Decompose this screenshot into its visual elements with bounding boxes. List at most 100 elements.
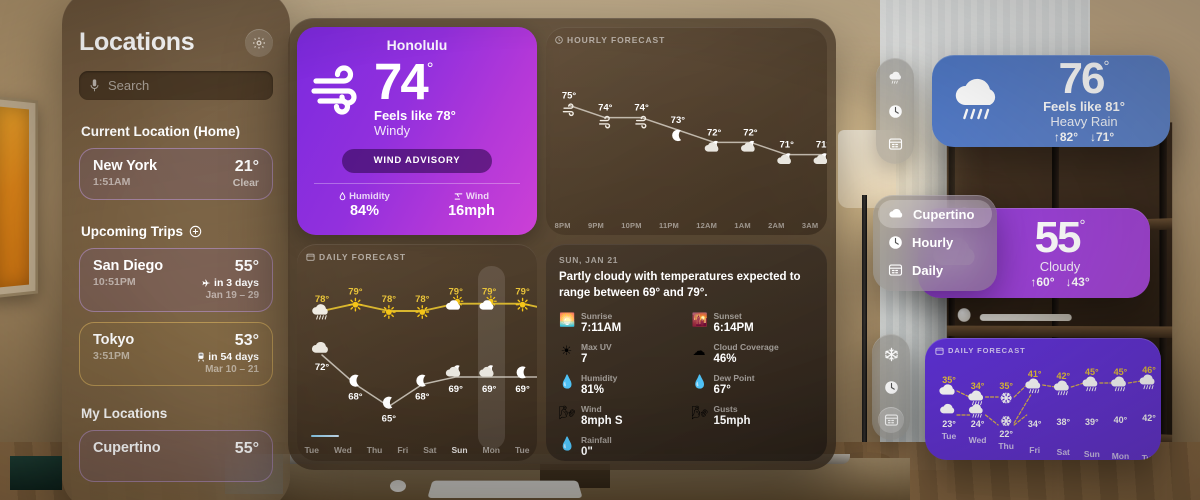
mini-low-label: 39°: [1085, 417, 1099, 427]
settings-button[interactable]: [245, 28, 273, 57]
location-context-menu: Cupertino Hourly Daily: [873, 195, 997, 291]
detail-key: Rainfall: [581, 435, 612, 446]
detail-item-sunrise: 🌅 Sunrise 7:11AM: [559, 311, 682, 334]
detail-value: 7: [581, 353, 588, 366]
mini-day-label[interactable]: Tue: [942, 431, 957, 441]
ornament-clock-icon[interactable]: [882, 98, 908, 124]
hero-feels-like: Feels like 78°: [374, 107, 456, 123]
location-trip-dates: Jan 19 – 29: [205, 290, 259, 301]
daily-forecast-panel[interactable]: DAILY FORECAST 78°79°78°78°79°79°79°78°7…: [297, 244, 537, 461]
location-card-new-york[interactable]: New York 1:51AM 21° Clear: [79, 148, 273, 200]
mini-low-label: 22°: [999, 429, 1013, 439]
card-condition: Heavy Rain: [1050, 114, 1118, 130]
current-weather-hero-card[interactable]: Honolulu 74 ° Feels like 78° Windy WIND …: [297, 27, 537, 235]
hero-city-name: Honolulu: [386, 37, 448, 53]
card-temperature: 55: [1034, 213, 1082, 263]
mini-high-label: 35°: [942, 375, 956, 385]
wind-icon: [310, 65, 368, 115]
daily-axis-labels: Tue Wed Thu Fri Sat Sun Mon Tue: [297, 445, 537, 455]
snowflake-icon: [1000, 392, 1012, 404]
microphone-icon: [90, 79, 99, 92]
daily-high-label: 79°: [515, 287, 530, 298]
sunset-icon: 🌇: [691, 312, 708, 328]
daily-day-label[interactable]: Sun: [451, 445, 467, 455]
menu-item-cupertino[interactable]: Cupertino: [878, 200, 992, 228]
cupertino-daily-forecast-card[interactable]: DAILY FORECAST 35° 34° 35° 41° 42° 45° 45° 46° 2…: [925, 338, 1161, 460]
detail-item-sunset: 🌇 Sunset 6:14PM: [692, 311, 815, 334]
raindrop-icon: 💧: [559, 436, 576, 452]
mini-day-label[interactable]: Fri: [1029, 445, 1040, 455]
cloud-rain-icon: [312, 304, 328, 320]
day-detail-panel[interactable]: SUN, JAN 21 Partly cloudy with temperatu…: [546, 244, 827, 461]
location-card-cupertino[interactable]: Cupertino 55°: [79, 430, 273, 482]
mini-low-label: 40°: [1114, 415, 1128, 425]
location-name: New York: [93, 158, 157, 174]
airplane-icon: [202, 279, 211, 288]
window-ornament-rail-bottom: [872, 334, 910, 440]
hourly-temp-label: 72°: [743, 127, 758, 138]
daily-day-label[interactable]: Fri: [397, 445, 408, 455]
mini-day-label[interactable]: Sun: [1084, 449, 1100, 459]
card-high-temp: ↑60°: [1030, 274, 1055, 289]
moon-cloud-icon: [777, 153, 791, 164]
menu-item-label: Daily: [912, 262, 944, 278]
mini-day-label[interactable]: Sat: [1057, 447, 1070, 457]
menu-item-hourly[interactable]: Hourly: [878, 228, 992, 256]
ornament-clock-icon[interactable]: [878, 374, 904, 400]
mini-high-label: 41°: [1028, 369, 1042, 379]
daily-day-label[interactable]: Tue: [305, 445, 319, 455]
menu-item-daily[interactable]: Daily: [878, 256, 992, 284]
mini-day-label[interactable]: Thu: [998, 441, 1014, 451]
detail-value: 15mph: [713, 415, 751, 428]
location-name: Cupertino: [93, 440, 161, 456]
location-card-tokyo[interactable]: Tokyo 3:51PM 53° in 54 days Mar 10 – 21: [79, 322, 273, 386]
wind-advisory-badge[interactable]: WIND ADVISORY: [342, 148, 492, 173]
trip-label: in 3 days: [214, 277, 259, 289]
location-time: 10:51PM: [93, 276, 136, 288]
ornament-calendar-icon[interactable]: [882, 131, 908, 157]
cloud-rain-icon: [1053, 380, 1069, 396]
stat-value: 16mph: [448, 202, 495, 219]
location-time: 3:51PM: [93, 350, 130, 362]
daily-low-label: 69°: [482, 384, 497, 395]
location-card-san-diego[interactable]: San Diego 10:51PM 55° in 3 days Jan 19 –…: [79, 248, 273, 312]
mini-card-caption: DAILY FORECAST: [935, 346, 1155, 355]
daily-day-label[interactable]: Sat: [423, 445, 436, 455]
stat-label: Wind: [465, 190, 490, 202]
card-feels-like: Feels like 81°: [1043, 99, 1125, 115]
sun-icon: [515, 297, 530, 312]
location-temp: 55°: [234, 440, 259, 457]
daily-low-label: 69°: [449, 384, 464, 395]
sun-uv-icon: ☀: [560, 343, 573, 359]
daily-day-label[interactable]: Mon: [483, 445, 500, 455]
card-degree-symbol: °: [1079, 217, 1086, 235]
mini-day-label[interactable]: Wed: [969, 435, 987, 445]
daily-day-label[interactable]: Thu: [367, 445, 383, 455]
card-condition: Cloudy: [1039, 258, 1081, 274]
mini-day-label[interactable]: Mon: [1112, 451, 1129, 460]
ornament-rain-cloud-icon[interactable]: [882, 65, 908, 91]
ornament-calendar-icon[interactable]: [878, 407, 904, 433]
daily-day-label[interactable]: Wed: [334, 445, 352, 455]
mouse: [390, 480, 406, 492]
detail-value: 81%: [581, 384, 605, 397]
hourly-temp-label: 71°: [780, 140, 795, 151]
window-ornament-rail-top: [876, 58, 914, 164]
wind-icon: 🌬: [559, 405, 576, 421]
location-trip-dates: Mar 10 – 21: [205, 364, 259, 375]
rain-cloud-icon: [950, 77, 1006, 125]
weather-card-heavy-rain[interactable]: 76 ° Feels like 81° Heavy Rain ↑82° ↓71°: [932, 55, 1170, 147]
hourly-forecast-panel[interactable]: HOURLY FORECAST 75° 74° 74° 73° 72° 72° 71° 71°…: [546, 27, 827, 235]
calendar-icon: [888, 263, 903, 277]
detail-value: 7:11AM: [581, 322, 622, 335]
search-placeholder: Search: [108, 78, 150, 93]
hero-degree-symbol: °: [426, 59, 434, 78]
daily-day-label[interactable]: Tue: [515, 445, 529, 455]
plus-circle-icon[interactable]: [189, 225, 202, 238]
card-high-temp: ↑82°: [1053, 130, 1078, 145]
ornament-snowflake-icon[interactable]: [878, 341, 904, 367]
detail-key: Cloud Coverage: [713, 342, 779, 353]
section-label: Upcoming Trips: [81, 224, 184, 239]
daily-low-label: 68°: [348, 391, 363, 402]
search-input[interactable]: Search: [79, 71, 273, 100]
